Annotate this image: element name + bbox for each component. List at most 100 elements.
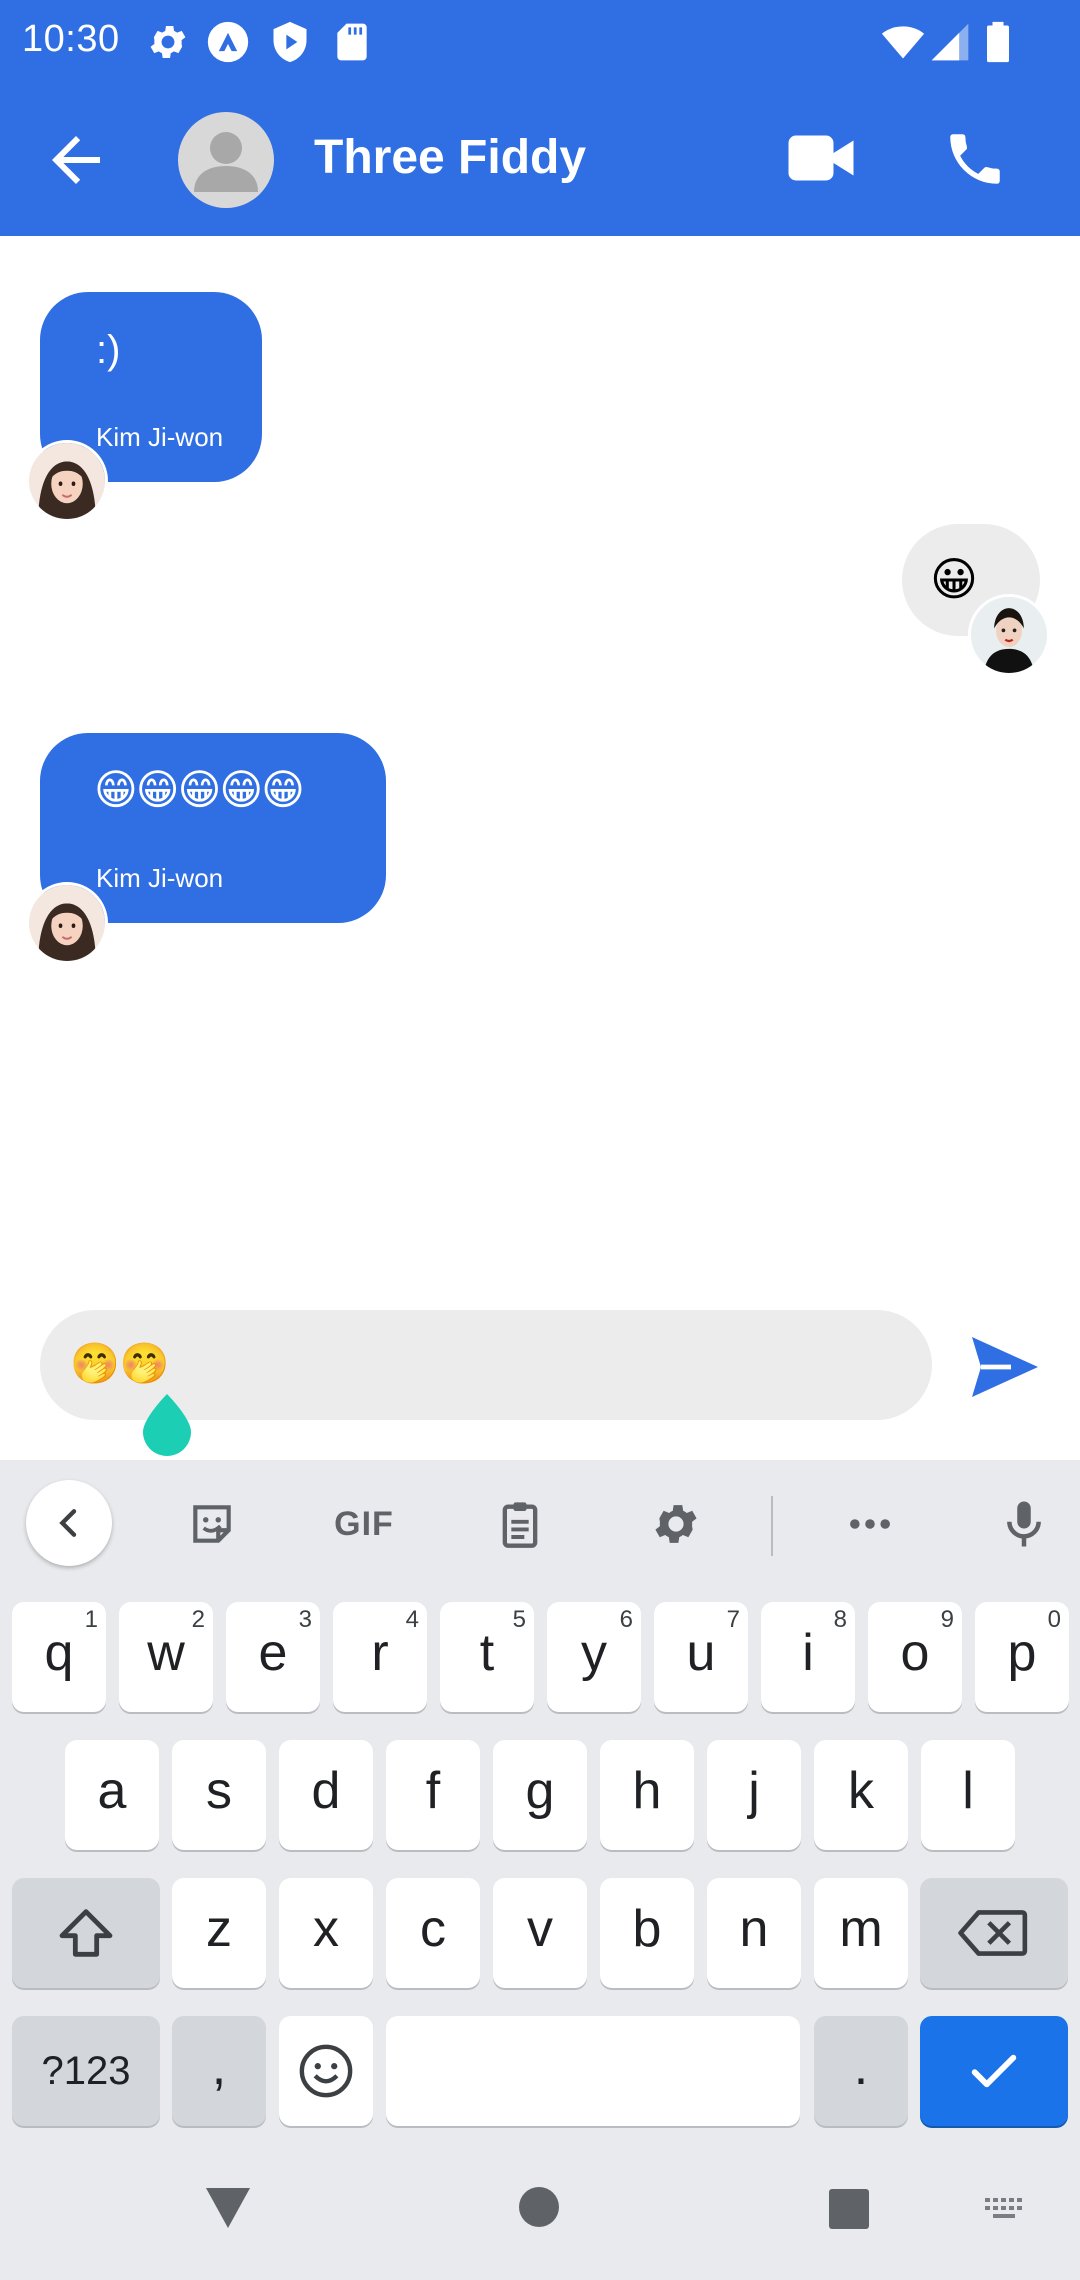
sender-avatar[interactable]: [26, 440, 108, 522]
key-d[interactable]: d: [279, 1740, 373, 1850]
key-j[interactable]: j: [707, 1740, 801, 1850]
clipboard-button[interactable]: [478, 1482, 562, 1566]
key-label: p: [1007, 1624, 1037, 1682]
back-button[interactable]: [40, 124, 112, 196]
mic-icon: [1007, 1501, 1041, 1547]
contact-name[interactable]: Three Fiddy: [314, 130, 586, 185]
key-label: f: [425, 1762, 441, 1820]
key-r[interactable]: r4: [333, 1602, 427, 1712]
avatar-photo: [971, 597, 1047, 673]
person-placeholder-icon: [194, 132, 258, 192]
key-y[interactable]: y6: [547, 1602, 641, 1712]
key-enter[interactable]: [920, 2016, 1068, 2126]
key-k[interactable]: k: [814, 1740, 908, 1850]
key-g[interactable]: g: [493, 1740, 587, 1850]
app-notification-icon: [207, 21, 249, 63]
key-c[interactable]: c: [386, 1878, 480, 1988]
avatar-photo: [29, 443, 105, 519]
key-m[interactable]: m: [814, 1878, 908, 1988]
sender-avatar[interactable]: [26, 882, 108, 964]
key-label: .: [853, 2038, 869, 2096]
key-u[interactable]: u7: [654, 1602, 748, 1712]
key-w[interactable]: w2: [119, 1602, 213, 1712]
key-backspace[interactable]: [920, 1878, 1068, 1988]
send-button[interactable]: [968, 1334, 1042, 1400]
key-label: v: [527, 1900, 553, 1958]
more-button[interactable]: [828, 1482, 912, 1566]
key-hint: 0: [1047, 1606, 1061, 1633]
key-e[interactable]: e3: [226, 1602, 320, 1712]
key-label: r: [371, 1624, 389, 1682]
my-avatar[interactable]: [968, 594, 1050, 676]
key-symbols[interactable]: ?123: [12, 2016, 160, 2126]
message-input-value: 🤭🤭: [70, 1342, 170, 1386]
wifi-icon: [881, 26, 925, 59]
message-sender: Kim Ji-won: [96, 422, 224, 452]
key-label: i: [802, 1624, 814, 1682]
message-text: :): [96, 328, 121, 372]
key-space[interactable]: [386, 2016, 800, 2126]
shift-icon: [59, 1909, 113, 1957]
key-hint: 3: [298, 1606, 312, 1633]
key-emoji[interactable]: [279, 2016, 373, 2126]
sticker-button[interactable]: [170, 1482, 254, 1566]
key-label: j: [748, 1762, 760, 1820]
gif-label: GIF: [334, 1504, 394, 1543]
app-bar: 10:30 Three Fiddy: [0, 0, 1080, 236]
key-s[interactable]: s: [172, 1740, 266, 1850]
key-shift[interactable]: [12, 1878, 160, 1988]
key-label: k: [848, 1762, 874, 1820]
key-l[interactable]: l: [921, 1740, 1015, 1850]
key-label: o: [900, 1624, 930, 1682]
key-n[interactable]: n: [707, 1878, 801, 1988]
video-call-button[interactable]: [786, 128, 856, 188]
key-a[interactable]: a: [65, 1740, 159, 1850]
key-period[interactable]: .: [814, 2016, 908, 2126]
key-label: m: [839, 1900, 883, 1958]
keyboard-collapse-button[interactable]: [26, 1480, 112, 1566]
message-text: 😀: [930, 553, 978, 605]
text-cursor-handle[interactable]: [139, 1392, 195, 1456]
key-q[interactable]: q1: [12, 1602, 106, 1712]
key-h[interactable]: h: [600, 1740, 694, 1850]
contact-avatar[interactable]: [178, 112, 274, 208]
key-label: ?123: [41, 2048, 131, 2093]
key-v[interactable]: v: [493, 1878, 587, 1988]
key-label: q: [44, 1624, 74, 1682]
key-label: w: [147, 1624, 185, 1682]
key-o[interactable]: o9: [868, 1602, 962, 1712]
toolbar-divider: [771, 1496, 773, 1556]
navigation-bar: [0, 2130, 1080, 2280]
key-t[interactable]: t5: [440, 1602, 534, 1712]
key-label: u: [686, 1624, 716, 1682]
avatar-photo: [29, 885, 105, 961]
shield-icon: [273, 21, 307, 63]
key-b[interactable]: b: [600, 1878, 694, 1988]
settings-icon: [150, 26, 186, 58]
more-horiz-icon: [850, 1519, 890, 1529]
key-i[interactable]: i8: [761, 1602, 855, 1712]
key-hint: 6: [619, 1606, 633, 1633]
key-f[interactable]: f: [386, 1740, 480, 1850]
key-comma[interactable]: ,: [172, 2016, 266, 2126]
key-hint: 8: [833, 1606, 847, 1633]
chevron-left-icon: [59, 1509, 77, 1537]
nav-home-button[interactable]: [518, 2186, 560, 2228]
key-z[interactable]: z: [172, 1878, 266, 1988]
key-hint: 5: [512, 1606, 526, 1633]
key-x[interactable]: x: [279, 1878, 373, 1988]
keyboard-settings-button[interactable]: [634, 1482, 718, 1566]
clipboard-icon: [502, 1502, 538, 1548]
check-icon: [971, 2054, 1017, 2088]
nav-back-button[interactable]: [204, 2186, 252, 2230]
phone-call-button[interactable]: [942, 126, 1008, 192]
voice-input-button[interactable]: [982, 1482, 1066, 1566]
gif-button[interactable]: GIF: [322, 1482, 406, 1566]
nav-recents-button[interactable]: [828, 2188, 870, 2230]
key-p[interactable]: p0: [975, 1602, 1069, 1712]
keyboard-toolbar: GIF: [0, 1460, 1080, 1580]
status-time: 10:30: [22, 18, 120, 60]
keyboard-switch-button[interactable]: [984, 2196, 1028, 2224]
key-label: e: [258, 1624, 288, 1682]
key-label: b: [632, 1900, 662, 1958]
